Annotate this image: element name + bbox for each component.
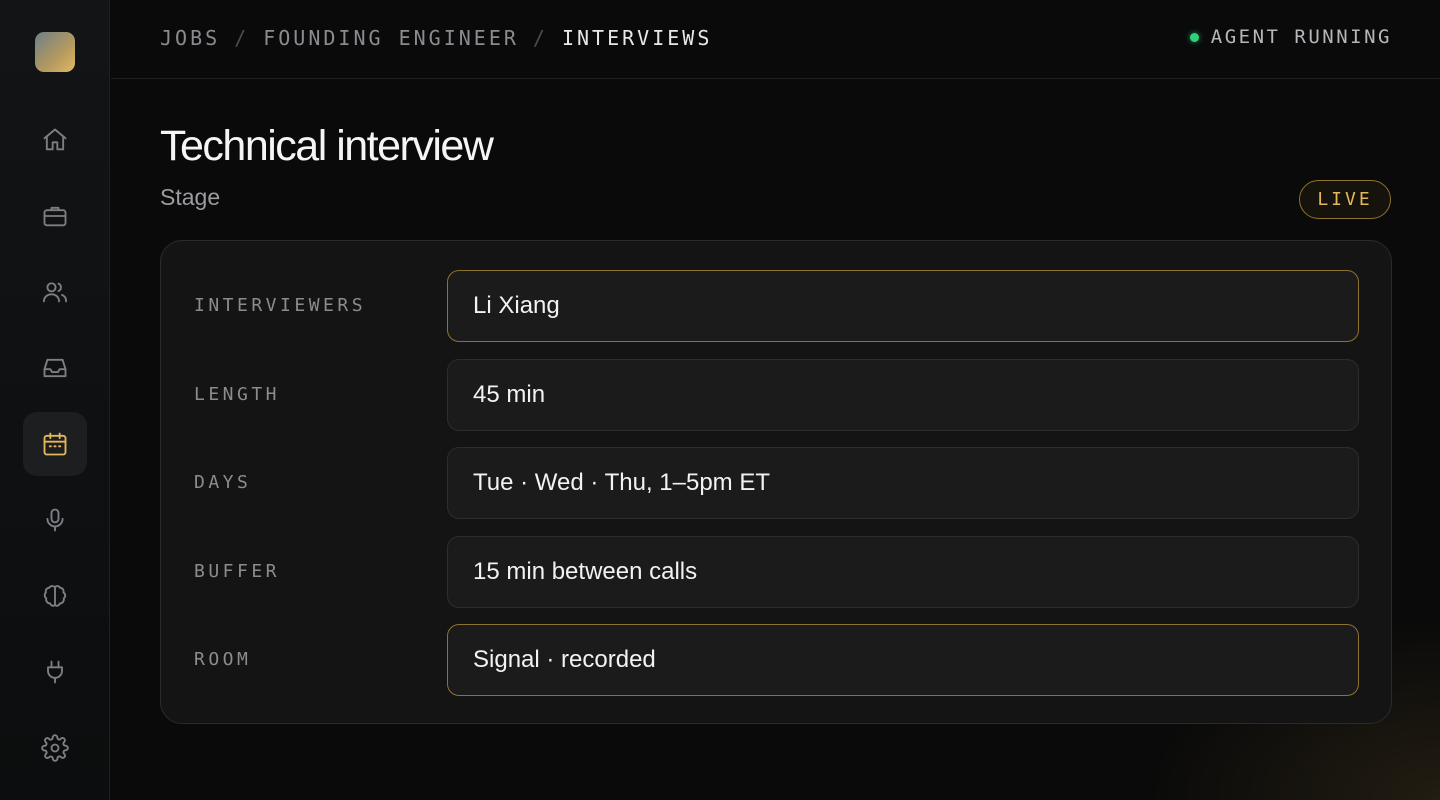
sidebar-item-jobs[interactable]: [23, 184, 87, 248]
sidebar: [0, 0, 110, 800]
plug-icon: [47, 660, 63, 684]
breadcrumb-item-jobs[interactable]: JOBS: [160, 26, 220, 50]
briefcase-icon: [43, 206, 67, 227]
agent-status: AGENT RUNNING: [1189, 26, 1392, 48]
sidebar-item-inbox[interactable]: [23, 336, 87, 400]
home-icon: [43, 128, 67, 151]
gear-icon: [41, 734, 69, 762]
page-title: Technical interview: [160, 122, 494, 170]
field-label: ROOM: [194, 649, 252, 670]
sidebar-item-settings[interactable]: [23, 716, 87, 780]
sidebar-item-voice[interactable]: [23, 488, 87, 552]
agent-status-label: AGENT RUNNING: [1210, 26, 1392, 48]
calendar-icon: [43, 432, 67, 456]
room-field[interactable]: Signal · recorded: [447, 624, 1359, 696]
sidebar-item-integrations[interactable]: [23, 640, 87, 704]
breadcrumb-item-current: INTERVIEWS: [561, 26, 713, 50]
field-label: LENGTH: [194, 384, 281, 405]
status-dot-icon: [1189, 32, 1199, 42]
microphone-icon: [46, 508, 64, 532]
field-label: INTERVIEWERS: [194, 295, 367, 316]
buffer-field[interactable]: 15 min between calls: [447, 536, 1359, 608]
app-window: JOBS / FOUNDING ENGINEER / INTERVIEWS AG…: [0, 0, 1440, 800]
brain-icon: [43, 585, 67, 607]
breadcrumb: JOBS / FOUNDING ENGINEER / INTERVIEWS: [160, 26, 712, 50]
sidebar-item-home[interactable]: [23, 108, 87, 172]
inbox-icon: [43, 358, 67, 378]
days-field[interactable]: Tue · Wed · Thu, 1–5pm ET: [447, 447, 1359, 519]
interview-settings-card: INTERVIEWERS Li Xiang LENGTH 45 min DAYS…: [160, 240, 1392, 724]
sidebar-item-candidates[interactable]: [23, 260, 87, 324]
breadcrumb-item-job[interactable]: FOUNDING ENGINEER: [263, 26, 519, 50]
interviewers-field[interactable]: Li Xiang: [447, 270, 1359, 342]
sidebar-item-brain[interactable]: [23, 564, 87, 628]
sidebar-item-calendar[interactable]: [23, 412, 87, 476]
live-badge: LIVE: [1299, 180, 1391, 219]
users-icon: [42, 282, 68, 303]
breadcrumb-separator: /: [234, 26, 250, 50]
page-subtitle: Stage: [160, 184, 221, 210]
app-logo[interactable]: [35, 32, 75, 72]
length-field[interactable]: 45 min: [447, 359, 1359, 431]
breadcrumb-separator: /: [532, 26, 548, 50]
field-label: BUFFER: [194, 561, 281, 582]
top-bar: JOBS / FOUNDING ENGINEER / INTERVIEWS AG…: [111, 0, 1440, 79]
field-label: DAYS: [194, 472, 252, 493]
